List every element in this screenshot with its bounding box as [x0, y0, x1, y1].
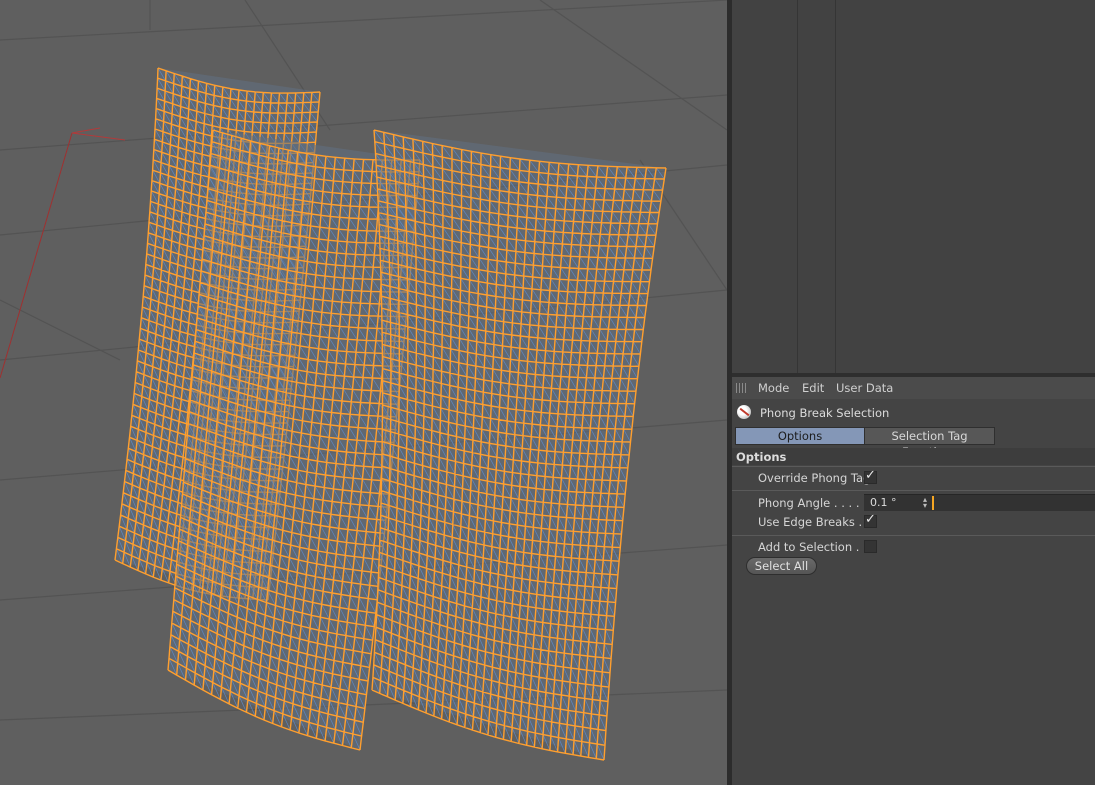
section-title: Options: [736, 450, 787, 464]
tab-options[interactable]: Options: [735, 427, 865, 445]
menu-mode[interactable]: Mode: [758, 381, 789, 395]
column-divider: [835, 0, 836, 373]
divider: [732, 466, 1095, 467]
grid-line: [539, 0, 727, 131]
add-to-selection-label: Add to Selection . .: [758, 540, 867, 554]
use-edge-breaks-checkbox[interactable]: ✓: [864, 512, 877, 528]
spinner-arrows-icon[interactable]: ▴ ▾: [923, 496, 927, 510]
grip-icon[interactable]: [736, 383, 748, 393]
menu-user-data[interactable]: User Data: [836, 381, 893, 395]
override-phong-tag-checkbox[interactable]: ✓: [864, 468, 877, 484]
divider: [732, 490, 1095, 491]
phong-angle-value[interactable]: 0.1 °: [870, 496, 897, 509]
grid-line: [0, 0, 727, 41]
checkmark-icon: ✓: [865, 512, 876, 527]
column-divider: [797, 0, 798, 373]
mesh-tube: [371, 129, 667, 761]
section-header: Options: [732, 448, 1095, 465]
viewport-canvas[interactable]: [0, 0, 727, 785]
use-edge-breaks-label: Use Edge Breaks . .: [758, 515, 870, 529]
grid-line: [0, 299, 121, 361]
attribute-menubar: Mode Edit User Data: [732, 377, 1095, 399]
tag-header: Phong Break Selection: [732, 401, 1095, 423]
slider-handle[interactable]: [932, 496, 934, 510]
wireframe-mesh: [114, 67, 667, 761]
checkmark-icon: ✓: [865, 468, 876, 483]
add-to-selection-checkbox[interactable]: [864, 540, 877, 553]
world-axes: [0, 127, 126, 379]
tab-selection-tag-functions[interactable]: Selection Tag Functions: [864, 427, 995, 459]
phong-break-tag-icon: [737, 405, 751, 419]
override-phong-tag-label: Override Phong Tag: [758, 471, 871, 485]
tag-title: Phong Break Selection: [760, 406, 890, 420]
select-all-button[interactable]: Select All: [746, 557, 817, 575]
3d-viewport[interactable]: [0, 0, 727, 785]
menu-edit[interactable]: Edit: [802, 381, 824, 395]
divider: [732, 535, 1095, 536]
phong-angle-field[interactable]: 0.1 ° ▴ ▾: [864, 494, 1095, 511]
phong-angle-label: Phong Angle . . . . .: [758, 496, 867, 510]
grid-line: [0, 94, 727, 151]
object-manager-panel[interactable]: [732, 0, 1095, 373]
attribute-manager: Mode Edit User Data Phong Break Selectio…: [732, 377, 1095, 785]
